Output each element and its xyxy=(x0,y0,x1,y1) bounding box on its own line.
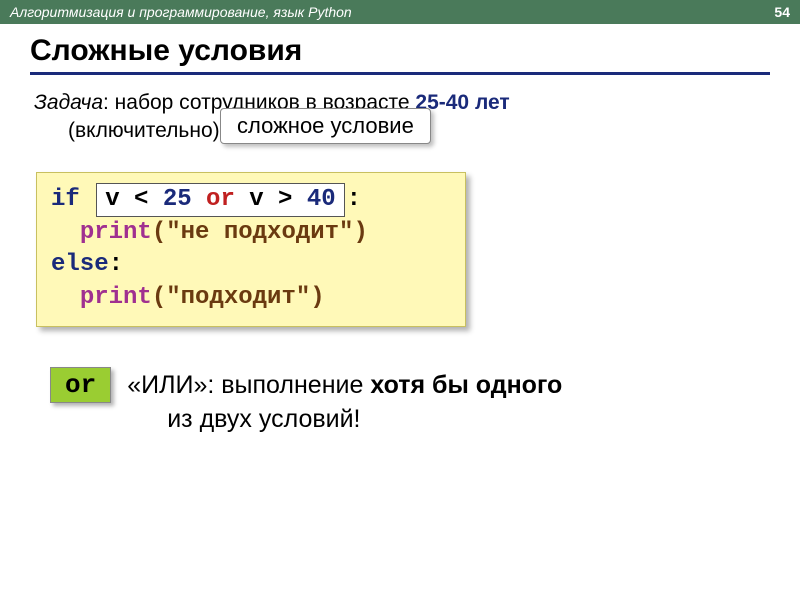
code-line-2: print("не подходит") xyxy=(51,217,451,249)
header-bar: Алгоритмизация и программирование, язык … xyxy=(0,0,800,24)
or-text: «ИЛИ»: выполнение хотя бы одного из двух… xyxy=(127,367,562,437)
print-2: print xyxy=(80,284,152,311)
or-explanation: or «ИЛИ»: выполнение хотя бы одного из д… xyxy=(50,367,770,437)
or-badge: or xyxy=(50,367,111,403)
print-2-arg: ("подходит") xyxy=(152,284,325,311)
course-title: Алгоритмизация и программирование, язык … xyxy=(10,0,352,24)
or-bold: хотя бы одного xyxy=(370,371,562,399)
or-pre: «ИЛИ»: выполнение xyxy=(127,371,370,399)
page-number: 54 xyxy=(774,0,790,24)
colon-1: : xyxy=(347,186,361,213)
condition-box: v < 25 or v > 40 xyxy=(96,183,344,217)
cond-n2: 40 xyxy=(307,186,336,213)
code-line-4: print("подходит") xyxy=(51,282,451,314)
print-1: print xyxy=(80,219,152,246)
cond-n1: 25 xyxy=(163,186,192,213)
task-text-2: (включительно). xyxy=(68,117,225,145)
or-line-2: из двух условий! xyxy=(167,403,562,437)
complex-condition-badge: сложное условие xyxy=(220,108,431,144)
keyword-if: if xyxy=(51,186,80,213)
slide-title: Сложные условия xyxy=(30,34,770,75)
code-block: if v < 25 or v > 40: print("не подходит"… xyxy=(36,172,466,328)
task-label: Задача xyxy=(34,91,103,114)
code-line-1: if v < 25 or v > 40: xyxy=(51,183,451,217)
cond-v2: v > xyxy=(249,186,307,213)
colon-2: : xyxy=(109,251,123,278)
code-line-3: else: xyxy=(51,249,451,281)
print-1-arg: ("не подходит") xyxy=(152,219,368,246)
keyword-else: else xyxy=(51,251,109,278)
cond-v1: v < xyxy=(105,186,163,213)
cond-or: or xyxy=(192,186,250,213)
slide-content: Сложные условия Задача: набор сотруднико… xyxy=(0,24,800,437)
